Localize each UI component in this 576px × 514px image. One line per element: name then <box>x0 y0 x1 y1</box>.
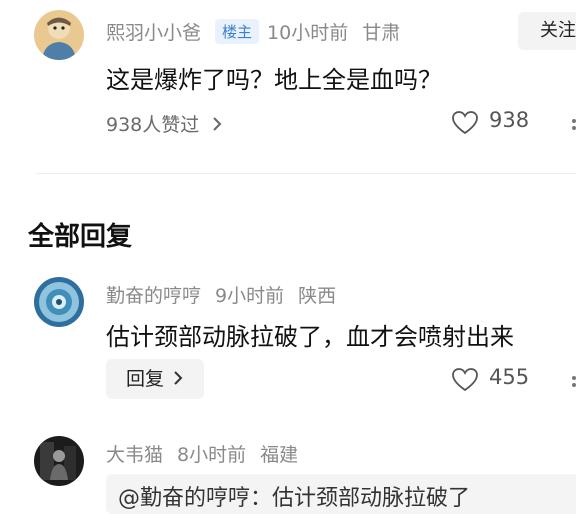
reply-meta: 大韦猫 8小时前 福建 <box>106 440 306 467</box>
author-badge: 楼主 <box>215 19 260 44</box>
comment-meta: 熙羽小小爸 楼主 10小时前 甘肃 <box>106 18 408 45</box>
chevron-right-icon <box>211 115 223 137</box>
heart-icon <box>451 367 479 397</box>
section-title: 全部回复 <box>28 222 133 252</box>
like-button[interactable]: 938 <box>451 108 541 138</box>
reply-text: 估计颈部动脉拉破了，血才会喷射出来 <box>106 323 514 351</box>
liked-by-link[interactable]: 938人赞过 <box>106 110 223 137</box>
like-count: 455 <box>489 365 530 389</box>
reply-button[interactable]: 回复 <box>106 359 204 399</box>
avatar[interactable] <box>34 436 84 486</box>
more-icon[interactable] <box>570 373 576 387</box>
quoted-reply-text: @勤奋的哼哼：估计颈部动脉拉破了 <box>118 486 471 511</box>
username[interactable]: 熙羽小小爸 <box>106 22 201 44</box>
username[interactable]: 大韦猫 <box>106 444 163 466</box>
location: 福建 <box>260 444 299 466</box>
avatar[interactable] <box>34 277 84 327</box>
chevron-right-icon <box>172 360 184 400</box>
heart-icon <box>451 110 479 140</box>
reply-meta: 勤奋的哼哼 9小时前 陕西 <box>106 281 344 308</box>
timestamp: 9小时前 <box>215 285 285 307</box>
avatar[interactable] <box>34 10 84 60</box>
like-button[interactable]: 455 <box>451 365 541 395</box>
more-icon[interactable] <box>570 116 576 130</box>
username[interactable]: 勤奋的哼哼 <box>106 285 201 307</box>
location: 甘肃 <box>362 22 401 44</box>
liked-by-label: 938人赞过 <box>106 114 200 136</box>
location: 陕西 <box>298 285 337 307</box>
like-count: 938 <box>489 108 530 132</box>
reply-label: 回复 <box>126 368 165 390</box>
divider <box>36 173 576 174</box>
timestamp: 8小时前 <box>177 444 247 466</box>
comment-text: 这是爆炸了吗？地上全是血吗？ <box>106 66 442 94</box>
follow-button[interactable]: 关注 <box>518 12 576 50</box>
quoted-reply: @勤奋的哼哼：估计颈部动脉拉破了 <box>106 474 576 514</box>
timestamp: 10小时前 <box>267 22 349 44</box>
follow-label: 关注 <box>540 20 576 41</box>
